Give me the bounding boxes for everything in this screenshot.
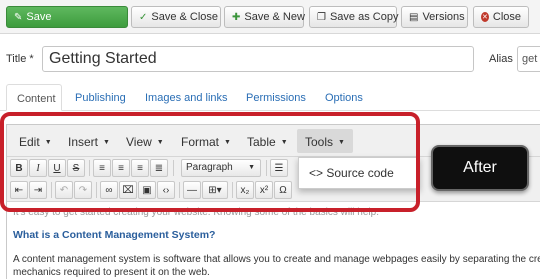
- caret-down-icon: ▼: [248, 164, 255, 171]
- strikethrough-button[interactable]: S: [67, 159, 85, 177]
- title-label: Title *: [6, 53, 34, 65]
- toolbar-separator: [232, 182, 233, 198]
- bold-button[interactable]: B: [10, 159, 28, 177]
- caret-down-icon: ▼: [44, 139, 52, 146]
- toolbar-separator: [266, 160, 267, 176]
- close-icon: ✕: [481, 12, 489, 22]
- versions-button[interactable]: ▤ Versions: [401, 6, 468, 28]
- close-button[interactable]: ✕ Close: [473, 6, 529, 28]
- unlink-icon[interactable]: ⌧: [119, 181, 137, 199]
- editor-content[interactable]: It's easy to get started creating your w…: [7, 203, 540, 279]
- paragraph-line-1: A content management system is software …: [13, 254, 540, 265]
- menu-table[interactable]: Table ▼: [247, 135, 288, 149]
- indent-button[interactable]: ⇥: [29, 181, 47, 199]
- menu-edit[interactable]: Edit ▼: [19, 135, 52, 149]
- underline-button[interactable]: U: [48, 159, 66, 177]
- align-right-button[interactable]: ≡: [131, 159, 149, 177]
- versions-label: Versions: [422, 11, 465, 23]
- tools-dropdown: <> Source code: [298, 157, 420, 189]
- menu-table-label: Table: [247, 135, 276, 149]
- copy-icon: ❐: [317, 11, 326, 23]
- content-heading: What is a Content Management System?: [13, 229, 216, 241]
- toolbar-separator: [89, 160, 90, 176]
- content-paragraph: A content management system is software …: [13, 253, 540, 279]
- format-select[interactable]: Paragraph ▼: [181, 159, 261, 177]
- save-new-label: Save & New: [244, 11, 305, 23]
- action-toolbar: ✎ Save ✓ Save & Close ✚ Save & New ❐ Sav…: [0, 0, 540, 34]
- align-center-button[interactable]: ≡: [112, 159, 130, 177]
- save-label: Save: [26, 11, 52, 23]
- caret-down-icon: ▼: [224, 139, 231, 146]
- caret-down-icon: ▼: [103, 139, 110, 146]
- caret-down-icon: ▼: [280, 139, 288, 146]
- archive-icon: ▤: [409, 11, 419, 23]
- menu-insert-label: Insert: [68, 135, 99, 149]
- image-icon[interactable]: ▣: [138, 181, 156, 199]
- link-icon[interactable]: ∞: [100, 181, 118, 199]
- special-character-button[interactable]: Ω: [274, 181, 292, 199]
- paragraph-line-2: mechanics required to present it on the …: [13, 267, 210, 278]
- menu-format-label: Format: [181, 135, 220, 149]
- redo-icon[interactable]: ↷: [74, 181, 92, 199]
- tab-content[interactable]: Content: [6, 84, 62, 111]
- caret-down-icon: ▼: [338, 139, 345, 146]
- subscript-button[interactable]: x₂: [236, 181, 254, 199]
- italic-button[interactable]: I: [29, 159, 47, 177]
- table-button[interactable]: ⊞▾: [202, 181, 228, 199]
- tab-bar: Content Publishing Images and links Perm…: [0, 84, 540, 111]
- toolbar-separator: [96, 182, 97, 198]
- bullet-list-button[interactable]: ☰: [270, 159, 288, 177]
- save-as-copy-button[interactable]: ❐ Save as Copy: [309, 6, 399, 28]
- edit-icon: ✎: [14, 11, 23, 23]
- toolbar-separator: [51, 182, 52, 198]
- save-as-copy-label: Save as Copy: [329, 11, 399, 23]
- caret-down-icon: ▼: [156, 139, 164, 146]
- outdent-button[interactable]: ⇤: [10, 181, 28, 199]
- check-icon: ✓: [139, 11, 148, 23]
- menu-view-label: View: [126, 135, 152, 149]
- tab-permissions[interactable]: Permissions: [246, 84, 306, 111]
- code-icon[interactable]: ‹›: [157, 181, 175, 199]
- menu-insert[interactable]: Insert ▼: [68, 135, 110, 149]
- superscript-button[interactable]: x²: [255, 181, 273, 199]
- toolbar-separator: [179, 182, 180, 198]
- menu-view[interactable]: View ▼: [126, 135, 164, 149]
- align-justify-button[interactable]: ≣: [150, 159, 168, 177]
- save-new-button[interactable]: ✚ Save & New: [224, 6, 305, 28]
- tab-images-and-links[interactable]: Images and links: [145, 84, 228, 111]
- intro-line: It's easy to get started creating your w…: [13, 207, 379, 218]
- tab-options[interactable]: Options: [325, 84, 363, 111]
- after-badge: After: [431, 145, 529, 191]
- format-select-value: Paragraph: [186, 162, 233, 173]
- source-code-menu-item[interactable]: <> Source code: [309, 166, 419, 180]
- alias-input[interactable]: get: [517, 46, 540, 72]
- source-code-label: Source code: [326, 166, 394, 180]
- tab-publishing[interactable]: Publishing: [75, 84, 126, 111]
- close-label: Close: [492, 11, 521, 23]
- title-input[interactable]: Getting Started: [42, 46, 474, 72]
- undo-icon[interactable]: ↶: [55, 181, 73, 199]
- toolbar-separator: [173, 160, 174, 176]
- menu-format[interactable]: Format ▼: [181, 135, 231, 149]
- menu-tools[interactable]: Tools ▼: [297, 129, 353, 153]
- save-button[interactable]: ✎ Save: [6, 6, 128, 28]
- save-close-label: Save & Close: [151, 11, 219, 23]
- save-close-button[interactable]: ✓ Save & Close: [131, 6, 221, 28]
- align-left-button[interactable]: ≡: [93, 159, 111, 177]
- alias-label: Alias: [489, 53, 513, 65]
- horizontal-rule-button[interactable]: —: [183, 181, 201, 199]
- menu-edit-label: Edit: [19, 135, 40, 149]
- code-icon: <>: [309, 166, 324, 180]
- menu-tools-label: Tools: [305, 135, 334, 149]
- plus-icon: ✚: [232, 11, 241, 23]
